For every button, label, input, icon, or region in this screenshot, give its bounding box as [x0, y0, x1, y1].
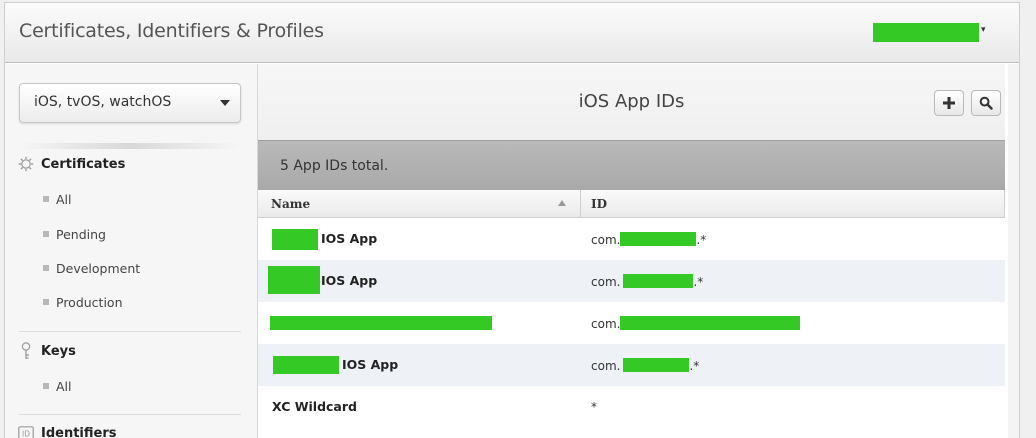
- column-header-name[interactable]: Name: [271, 197, 310, 211]
- summary-bar: 5 App IDs total.: [258, 140, 1005, 190]
- bullet-icon: [43, 231, 49, 237]
- platform-select-label: iOS, tvOS, watchOS: [34, 94, 172, 110]
- account-caret-icon[interactable]: ▾: [981, 25, 986, 35]
- app-name-cell: IOS App: [342, 357, 399, 372]
- app-window: Certificates, Identifiers & Profiles ▾ i…: [4, 2, 1020, 438]
- redacted-bundle-id: [620, 316, 801, 330]
- sidebar: iOS, tvOS, watchOS Certificates All Pend…: [5, 64, 258, 438]
- sidebar-section-keys[interactable]: Keys: [17, 341, 76, 361]
- app-title: Certificates, Identifiers & Profiles: [19, 20, 324, 42]
- table-row[interactable]: IOS App com. .*: [258, 260, 1005, 302]
- redacted-bundle-id: [623, 274, 694, 288]
- bundle-id-cell: *: [591, 400, 597, 414]
- gear-icon: [17, 155, 35, 173]
- app-name-cell: IOS App: [321, 231, 378, 246]
- account-menu[interactable]: [873, 23, 979, 42]
- sidebar-item-label: All: [56, 191, 72, 207]
- sidebar-item-label: All: [56, 378, 72, 394]
- table-row[interactable]: IOS App com. .*: [258, 344, 1005, 386]
- sidebar-divider: [19, 414, 241, 415]
- sidebar-item-certificates-all[interactable]: All: [43, 191, 72, 207]
- sort-ascending-icon[interactable]: [558, 200, 566, 206]
- bundle-id-suffix: .*: [689, 359, 700, 373]
- bundle-id-cell: com. .*: [591, 274, 703, 289]
- redacted-bundle-id: [623, 358, 690, 372]
- sidebar-section-label: Identifiers: [41, 425, 117, 438]
- bundle-id-cell: com. .*: [591, 358, 699, 373]
- redacted-name: [272, 229, 318, 250]
- scrollbar-track[interactable]: [1008, 64, 1019, 438]
- sidebar-divider: [19, 331, 241, 332]
- id-icon: ID: [17, 424, 35, 438]
- redacted-name: [268, 266, 320, 294]
- sidebar-section-certificates[interactable]: Certificates: [17, 154, 125, 174]
- bullet-icon: [43, 196, 49, 202]
- bundle-id-prefix: com.: [591, 233, 621, 247]
- chevron-down-icon: [220, 100, 230, 106]
- platform-select[interactable]: iOS, tvOS, watchOS: [19, 83, 241, 123]
- app-name-cell: IOS App: [321, 273, 378, 288]
- sidebar-item-keys-all[interactable]: All: [43, 378, 72, 394]
- app-id-count: 5 App IDs total.: [280, 158, 389, 174]
- sidebar-item-certificates-production[interactable]: Production: [43, 294, 123, 310]
- main-content: iOS App IDs 5 App IDs total. Name ID IOS…: [258, 64, 1005, 438]
- bullet-icon: [43, 265, 49, 271]
- table-row[interactable]: XC Wildcard *: [258, 386, 1005, 428]
- bundle-id-prefix: com.: [591, 317, 621, 331]
- table-row[interactable]: com.: [258, 302, 1005, 344]
- plus-icon: [943, 97, 955, 109]
- bundle-id-cell: com.: [591, 316, 801, 331]
- sidebar-item-label: Pending: [56, 226, 106, 242]
- bundle-id-prefix: com.: [591, 275, 621, 289]
- sidebar-item-certificates-development[interactable]: Development: [43, 260, 140, 276]
- app-ids-table: Name ID IOS App com. .* IOS App com. .*: [258, 190, 1005, 428]
- redacted-name: [270, 316, 492, 330]
- app-name-cell: XC Wildcard: [272, 399, 357, 414]
- table-header: Name ID: [258, 190, 1005, 218]
- search-button[interactable]: [971, 90, 1001, 116]
- sidebar-item-label: Production: [56, 294, 123, 310]
- add-button[interactable]: [934, 90, 964, 116]
- main-header: iOS App IDs: [258, 64, 1005, 140]
- bundle-id-prefix: com.: [591, 359, 621, 373]
- redacted-bundle-id: [620, 232, 697, 246]
- column-header-id[interactable]: ID: [591, 197, 607, 211]
- page-title: iOS App IDs: [578, 91, 685, 112]
- bundle-id-suffix: .*: [696, 233, 707, 247]
- table-row[interactable]: IOS App com. .*: [258, 218, 1005, 260]
- sidebar-item-certificates-pending[interactable]: Pending: [43, 226, 106, 242]
- sidebar-item-label: Development: [56, 260, 141, 276]
- bundle-id-suffix: .*: [693, 275, 704, 289]
- bundle-id-cell: com. .*: [591, 232, 706, 247]
- sidebar-section-identifiers[interactable]: ID Identifiers: [17, 423, 117, 438]
- sidebar-section-label: Keys: [41, 343, 76, 359]
- svg-text:ID: ID: [22, 429, 30, 438]
- bullet-icon: [43, 383, 49, 389]
- top-bar: Certificates, Identifiers & Profiles ▾: [5, 3, 1019, 63]
- search-icon: [979, 96, 993, 110]
- sidebar-divider-shadow: [19, 143, 241, 149]
- column-separator: [580, 190, 581, 218]
- key-icon: [17, 342, 35, 360]
- sidebar-section-label: Certificates: [41, 156, 126, 172]
- redacted-name: [273, 356, 339, 374]
- bullet-icon: [43, 299, 49, 305]
